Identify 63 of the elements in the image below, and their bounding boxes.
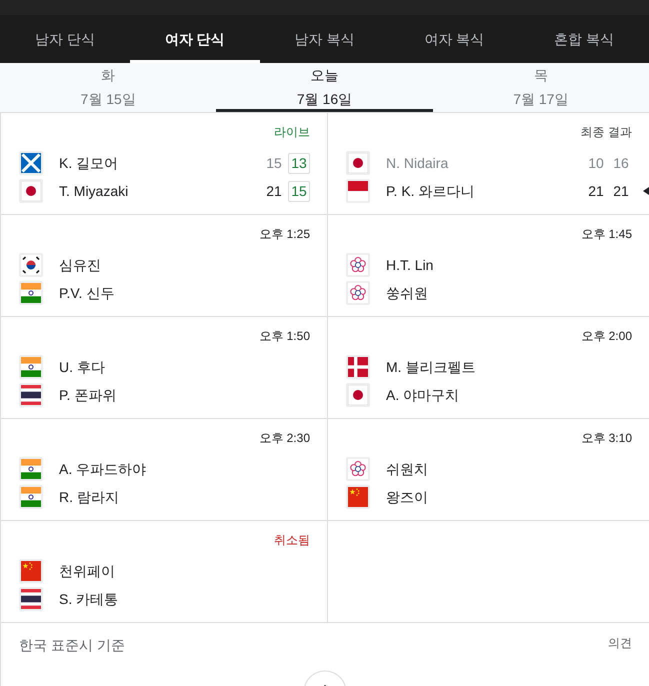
japan-flag-icon <box>346 151 370 175</box>
player-name: P.V. 신두 <box>59 284 116 302</box>
player-name: R. 람라지 <box>59 488 120 506</box>
player-name: A. 우파드하야 <box>59 460 148 478</box>
player-name: 쉬원치 <box>386 460 429 478</box>
feedback-link[interactable]: 의견 <box>608 635 632 651</box>
player-name: T. Miyazaki <box>59 182 130 201</box>
japan-flag-icon <box>19 179 43 203</box>
match-status: 오후 3:10 <box>581 430 632 447</box>
scotland-flag-icon <box>19 151 43 175</box>
current-game-score: 13 <box>288 152 310 174</box>
player-name: P. K. 와르다니 <box>386 182 476 200</box>
plum-blossom-flag-icon <box>346 253 370 277</box>
player-name: K. 길모어 <box>59 154 120 172</box>
match-status: 오후 2:30 <box>259 430 310 447</box>
player-name: N. Nidaira <box>386 154 450 172</box>
date-tab[interactable]: 화 7월 15일 <box>0 63 216 112</box>
player-name: U. 후다 <box>59 358 106 376</box>
india-flag-icon <box>19 281 43 305</box>
plum-blossom-flag-icon <box>346 457 370 481</box>
match-status: 오후 1:50 <box>259 328 310 345</box>
player-name: M. 블리크펠트 <box>386 358 476 376</box>
category-tab[interactable]: 혼합 복식 <box>519 15 649 63</box>
player-name: 쑹쉬원 <box>386 284 429 302</box>
match-status: 오후 2:00 <box>581 328 632 345</box>
korea-flag-icon <box>19 253 43 277</box>
category-tab[interactable]: 남자 복식 <box>260 15 390 63</box>
match-status: 오후 1:25 <box>259 226 310 243</box>
india-flag-icon <box>19 355 43 379</box>
current-game-score: 15 <box>288 180 310 202</box>
player-name: 왕즈이 <box>386 488 429 506</box>
game-score: 10 <box>587 154 605 172</box>
china-flag-icon <box>19 559 43 583</box>
scroll-up-button[interactable] <box>303 670 347 686</box>
player-name: A. 야마구치 <box>386 386 460 404</box>
game-score: 15 <box>265 154 283 172</box>
india-flag-icon <box>19 457 43 481</box>
denmark-flag-icon <box>346 355 370 379</box>
date-tab[interactable]: 오늘 7월 16일 <box>216 63 433 112</box>
china-flag-icon <box>346 485 370 509</box>
india-flag-icon <box>19 485 43 509</box>
game-score: 21 <box>612 182 630 200</box>
timezone-note: 한국 표준시 기준 <box>19 636 125 655</box>
player-name: 심유진 <box>59 256 102 274</box>
game-score: 21 <box>587 182 605 200</box>
player-name: S. 카테통 <box>59 590 120 608</box>
game-score: 21 <box>265 182 283 200</box>
player-name: H.T. Lin <box>386 256 434 274</box>
plum-blossom-flag-icon <box>346 281 370 305</box>
thailand-flag-icon <box>19 383 43 407</box>
category-tab[interactable]: 남자 단식 <box>0 15 130 63</box>
match-status: 취소됨 <box>274 532 310 549</box>
player-name: 천위페이 <box>59 562 116 580</box>
japan-flag-icon <box>346 383 370 407</box>
category-tab[interactable]: 여자 복식 <box>389 15 520 63</box>
date-tab[interactable]: 목 7월 17일 <box>432 63 649 112</box>
thailand-flag-icon <box>19 587 43 611</box>
player-name: P. 폰파위 <box>59 386 118 404</box>
game-score: 16 <box>612 154 630 172</box>
indonesia-flag-icon <box>346 179 370 203</box>
match-status: 최종 결과 <box>580 124 632 141</box>
match-status: 라이브 <box>274 124 310 141</box>
match-status: 오후 1:45 <box>581 226 632 243</box>
